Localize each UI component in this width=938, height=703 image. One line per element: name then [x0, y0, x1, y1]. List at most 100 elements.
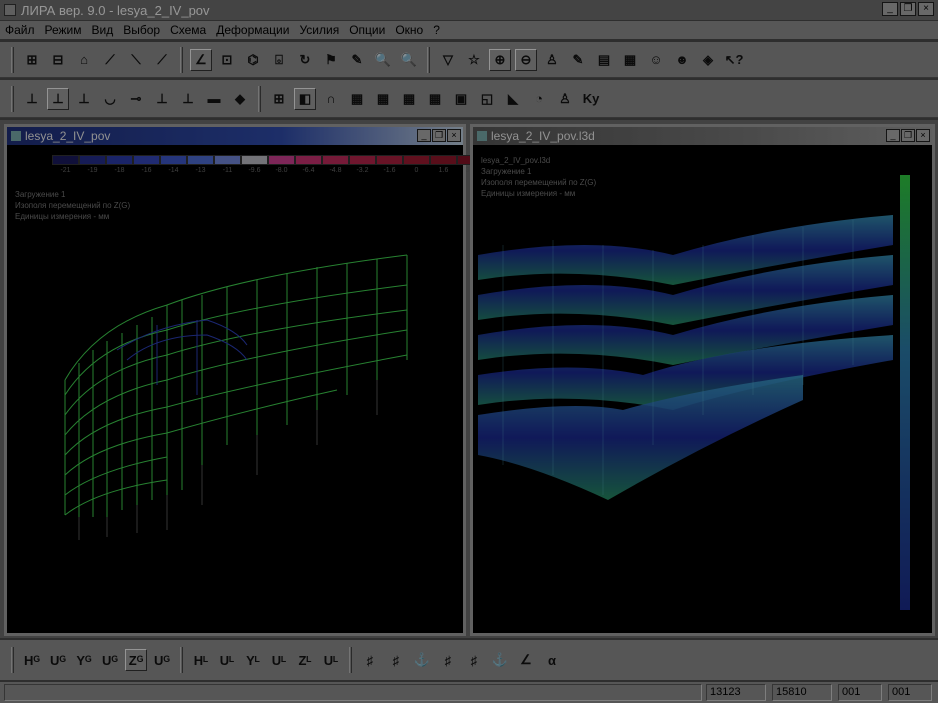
page-icon[interactable]: ◱ — [476, 88, 498, 110]
hinge-icon[interactable]: ⊸ — [125, 88, 147, 110]
anchor-2-icon[interactable]: ⚓ — [489, 649, 511, 671]
uy-global-icon[interactable]: Uᴳ — [99, 649, 121, 671]
figure-icon[interactable]: ♙ — [554, 88, 576, 110]
frame-view-icon[interactable]: ⊡ — [216, 49, 238, 71]
arch-icon[interactable]: ∩ — [320, 88, 342, 110]
ky-icon[interactable]: Ky — [580, 88, 602, 110]
close-button[interactable]: × — [918, 2, 934, 16]
toolbar-grip[interactable] — [11, 85, 14, 112]
rotate-icon[interactable]: ↻ — [294, 49, 316, 71]
arc-icon[interactable]: ◡ — [99, 88, 121, 110]
toolbar-grip[interactable] — [11, 46, 14, 73]
menu-options[interactable]: Опции — [344, 23, 390, 37]
magnify-plus-icon[interactable]: ⊕ — [489, 48, 511, 71]
anchor-icon[interactable]: ⚓ — [411, 649, 433, 671]
toolbar-grip[interactable] — [11, 647, 14, 673]
restore-button[interactable]: ❐ — [900, 2, 916, 16]
minimize-button[interactable]: _ — [417, 129, 431, 142]
load-2-icon[interactable]: ⊥ — [177, 88, 199, 110]
fill-icon[interactable]: ◧ — [294, 87, 316, 110]
right-window-title: lesya_2_IV_pov.l3d — [491, 129, 595, 143]
minimize-button[interactable]: _ — [886, 129, 900, 142]
restore-button[interactable]: ❐ — [901, 129, 915, 142]
document-icon[interactable]: ▦ — [619, 49, 641, 71]
node-tool-icon[interactable]: ⊞ — [21, 49, 43, 71]
uy-local-icon[interactable]: Uᴸ — [268, 649, 290, 671]
z-global-icon[interactable]: Zᴳ — [125, 649, 147, 671]
y-global-icon[interactable]: Yᴳ — [73, 649, 95, 671]
perspective-icon[interactable]: ⌻ — [268, 49, 290, 71]
filter-icon[interactable]: ▽ — [437, 49, 459, 71]
cube-icon[interactable]: ◈ — [697, 49, 719, 71]
mosaic-icon[interactable]: ▦ — [346, 88, 368, 110]
left-model-window[interactable]: lesya_2_IV_pov _ ❐ × -21 -19 -18 -16 -14 -13-… — [4, 124, 484, 636]
h-local-icon[interactable]: Hᴸ — [190, 649, 212, 671]
menu-file[interactable]: Файл — [0, 23, 40, 37]
mosaic-2-icon[interactable]: ▦ — [372, 88, 394, 110]
flag-icon[interactable]: ⚑ — [320, 49, 342, 71]
highlighter-icon[interactable]: ✎ — [567, 49, 589, 71]
zoom-out-icon[interactable]: 🔍 — [398, 49, 420, 71]
table-icon[interactable]: ▤ — [593, 49, 615, 71]
slab-icon[interactable]: ▬ — [203, 88, 225, 110]
support-icon[interactable]: ⊥ — [21, 88, 43, 110]
face-2-icon[interactable]: ☻ — [671, 49, 693, 71]
left-window-titlebar[interactable]: lesya_2_IV_pov _ ❐ × — [7, 127, 463, 145]
menu-window[interactable]: Окно — [390, 23, 428, 37]
u-local-icon[interactable]: Uᴸ — [216, 649, 238, 671]
force-4-icon[interactable]: ♯ — [463, 649, 485, 671]
menu-forces[interactable]: Усилия — [294, 23, 344, 37]
rod-tool-icon[interactable]: ⟋ — [99, 49, 121, 71]
minimize-button[interactable]: _ — [882, 2, 898, 16]
zoom-in-icon[interactable]: 🔍 — [372, 49, 394, 71]
pawn-icon[interactable]: ♙ — [541, 49, 563, 71]
support-3-icon[interactable]: ⊥ — [73, 88, 95, 110]
close-button[interactable]: × — [447, 129, 461, 142]
angle-icon[interactable]: ∠ — [515, 649, 537, 671]
alpha-icon[interactable]: α — [541, 649, 563, 671]
window-icon — [11, 131, 21, 141]
magnify-minus-icon[interactable]: ⊖ — [515, 48, 537, 71]
diamond-icon[interactable]: ◆ — [229, 88, 251, 110]
face-icon[interactable]: ☺ — [645, 49, 667, 71]
3d-viewport[interactable] — [473, 145, 932, 635]
uz-local-icon[interactable]: Uᴸ — [320, 649, 342, 671]
y-local-icon[interactable]: Yᴸ — [242, 649, 264, 671]
grid-icon[interactable]: ⊞ — [268, 88, 290, 110]
wireframe-viewport[interactable] — [7, 145, 463, 635]
building-tool-icon[interactable]: ⌂ — [73, 49, 95, 71]
wedge-icon[interactable]: ◣ — [502, 88, 524, 110]
mosaic-4-icon[interactable]: ▦ — [424, 88, 446, 110]
menu-select[interactable]: Выбор — [118, 23, 165, 37]
h-global-icon[interactable]: Hᴳ — [21, 649, 43, 671]
projection-icon[interactable]: ⌬ — [242, 49, 264, 71]
menu-scheme[interactable]: Схема — [165, 23, 211, 37]
u-global-icon[interactable]: Uᴳ — [47, 649, 69, 671]
help-pointer-icon[interactable]: ↖? — [723, 49, 745, 71]
picture-icon[interactable]: ▣ — [450, 88, 472, 110]
force-2-icon[interactable]: ♯ — [385, 649, 407, 671]
right-window-titlebar[interactable]: lesya_2_IV_pov.l3d _ ❐ × — [473, 127, 932, 145]
element-tool-icon[interactable]: ⊟ — [47, 49, 69, 71]
menu-deformations[interactable]: Деформации — [211, 23, 294, 37]
axes-icon[interactable]: ∠ — [190, 48, 212, 71]
menu-view[interactable]: Вид — [87, 23, 119, 37]
support-2-icon[interactable]: ⊥ — [47, 87, 69, 110]
pencil-icon[interactable]: ✎ — [346, 49, 368, 71]
pie-icon[interactable]: ◔ — [528, 88, 550, 110]
z-local-icon[interactable]: Zᴸ — [294, 649, 316, 671]
right-3d-window[interactable]: lesya_2_IV_pov.l3d _ ❐ × lesya_2_IV_pov.… — [470, 124, 935, 636]
mosaic-3-icon[interactable]: ▦ — [398, 88, 420, 110]
close-button[interactable]: × — [916, 129, 930, 142]
restore-button[interactable]: ❐ — [432, 129, 446, 142]
uz-global-icon[interactable]: Uᴳ — [151, 649, 173, 671]
star-icon[interactable]: ☆ — [463, 49, 485, 71]
rod-tool-2-icon[interactable]: ⟍ — [125, 49, 147, 71]
force-3-icon[interactable]: ♯ — [437, 649, 459, 671]
rod-tool-3-icon[interactable]: ⟋ — [151, 49, 173, 71]
load-icon[interactable]: ⊥ — [151, 88, 173, 110]
app-title: ЛИРА вер. 9.0 - lesya_2_IV_pov — [21, 2, 210, 18]
menu-help[interactable]: ? — [428, 23, 445, 37]
force-icon[interactable]: ♯ — [359, 649, 381, 671]
menu-mode[interactable]: Режим — [40, 23, 87, 37]
